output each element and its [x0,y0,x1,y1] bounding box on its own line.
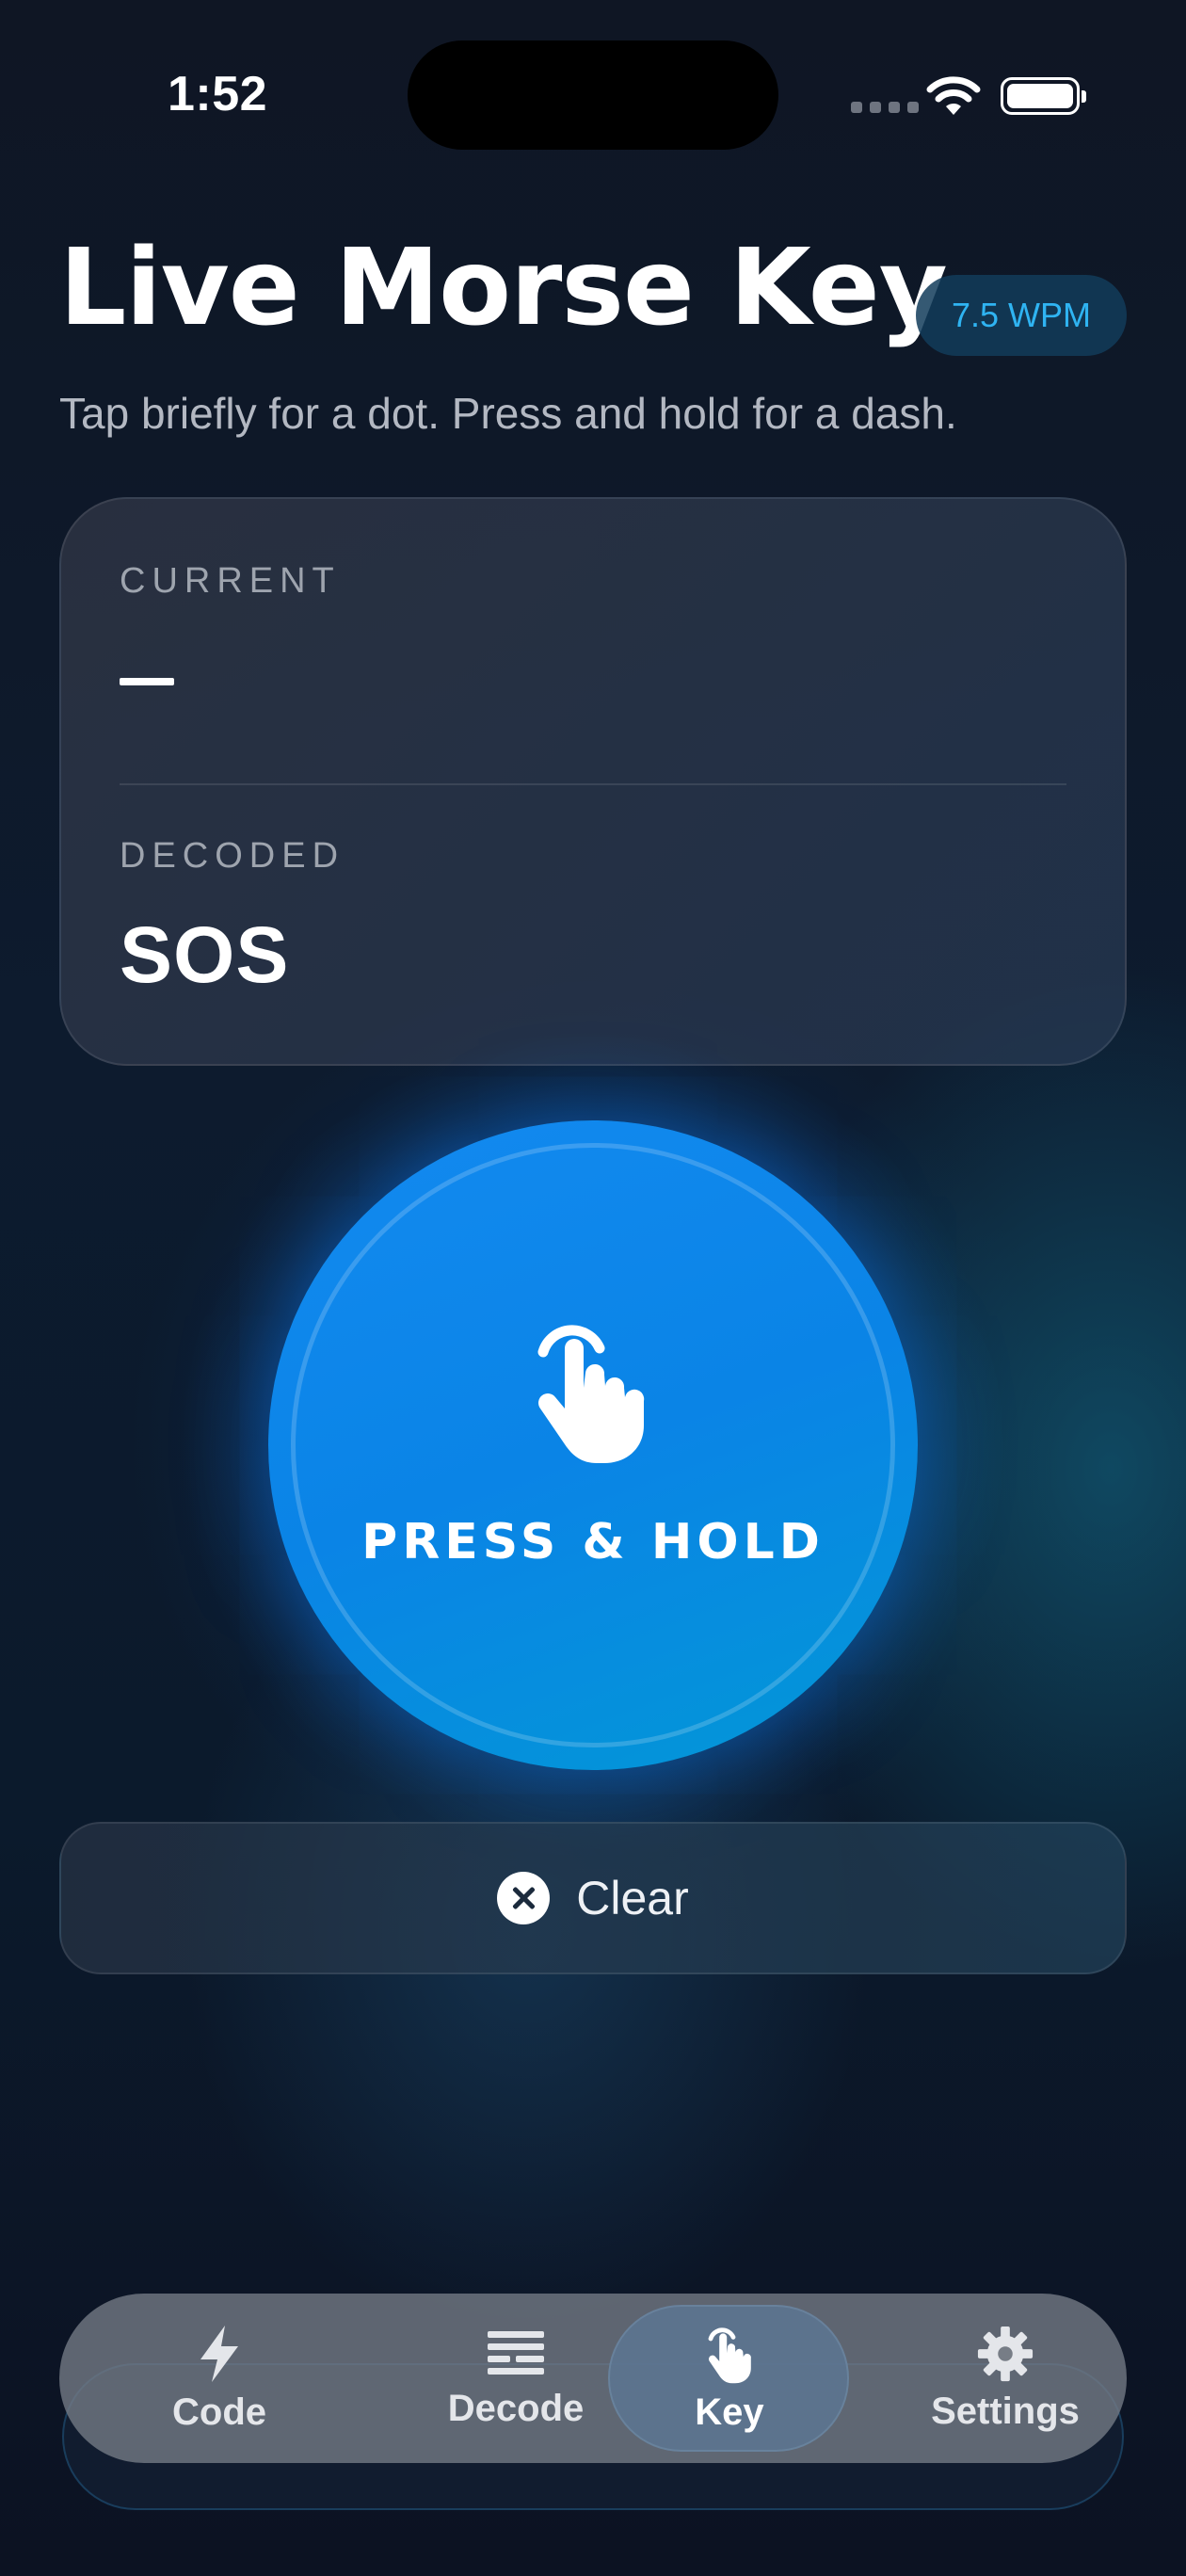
status-time: 1:52 [168,67,268,121]
tap-hand-icon [708,2326,751,2383]
wifi-icon [926,76,981,115]
tab-key[interactable]: Key [605,2294,854,2463]
dynamic-island [408,40,778,150]
x-circle-icon [497,1872,551,1924]
clear-label: Clear [576,1872,689,1924]
current-label: CURRENT [120,561,341,601]
decoded-label: DECODED [120,836,345,876]
tab-label-code: Code [172,2391,266,2433]
current-symbol-dash [120,678,174,685]
tab-code[interactable]: Code [125,2294,313,2463]
tap-hand-icon [537,1325,645,1463]
morse-key-button[interactable]: PRESS & HOLD [268,1120,918,1770]
tab-settings[interactable]: Settings [906,2294,1104,2463]
clear-button[interactable]: Clear [59,1822,1127,1974]
key-label: PRESS & HOLD [361,1514,825,1570]
lines-icon [488,2330,544,2375]
tab-label-key: Key [695,2391,764,2433]
page-title: Live Morse Key [59,227,948,349]
decoded-value: SOS [120,910,290,999]
bolt-icon [200,2325,238,2382]
tab-decode[interactable]: Decode [393,2294,638,2463]
page-subtitle: Tap briefly for a dot. Press and hold fo… [59,389,957,438]
wpm-badge[interactable]: 7.5 WPM [916,275,1127,356]
tab-bar: Code Decode Key Settings [59,2294,1127,2463]
tab-label-settings: Settings [931,2390,1080,2432]
tab-label-decode: Decode [447,2387,585,2429]
cellular-signal-icon [851,102,919,113]
gear-icon [977,2326,1034,2381]
card-divider [120,783,1066,785]
morse-status-card: CURRENT – DECODED SOS [59,497,1127,1066]
battery-icon [1001,77,1086,115]
